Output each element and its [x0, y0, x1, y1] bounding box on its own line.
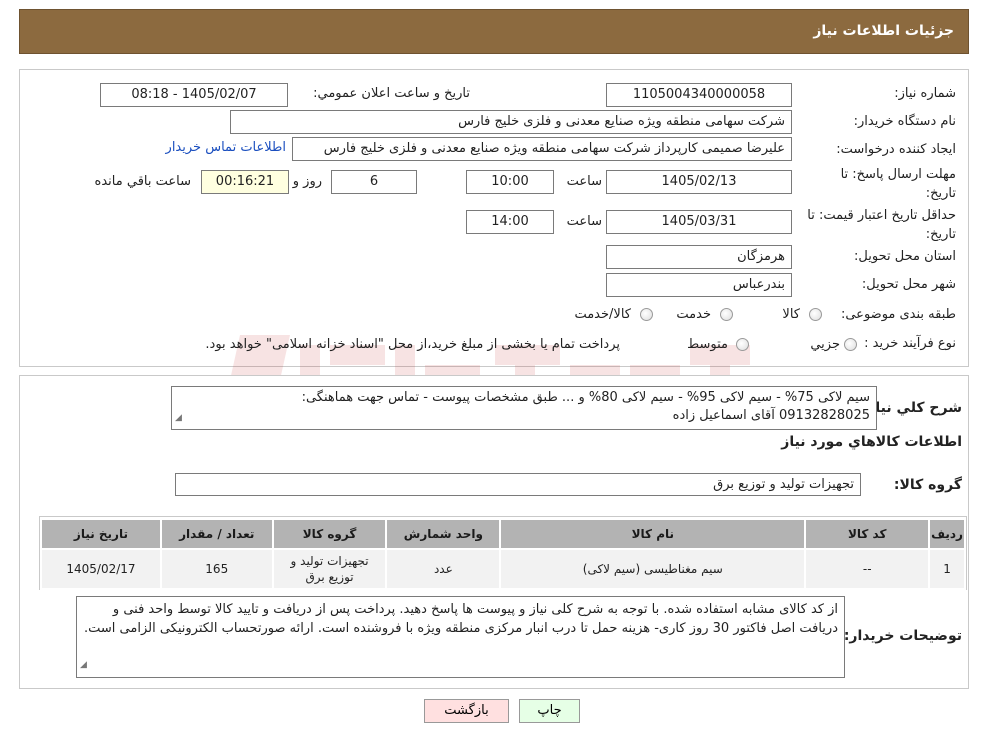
need-info-panel: شماره نیاز: 1105004340000058 تاریخ و ساع…	[19, 69, 969, 425]
days-remaining-field: 6	[331, 170, 417, 194]
summary-line-2: 09132828025 آقای اسماعیل زاده	[672, 408, 870, 423]
category-option-goods-service: کالا/خدمت	[574, 307, 631, 322]
page-title: جزئیات اطلاعات نیاز	[813, 23, 954, 39]
city-field: بندرعباس	[606, 273, 792, 297]
goods-table: رديف کد کالا نام کالا واحد شمارش گروه کا…	[40, 518, 966, 590]
page-header: جزئیات اطلاعات نیاز	[19, 9, 969, 54]
cell-qty: 165	[159, 548, 274, 590]
category-radio-goods-service[interactable]	[640, 308, 653, 321]
col-row: رديف	[928, 518, 966, 550]
cell-row: 1	[928, 548, 966, 590]
deadline-time-field: 10:00	[466, 170, 554, 194]
announce-date-field: 1405/02/07 - 08:18	[100, 83, 288, 107]
validity-time-label: ساعت	[566, 214, 602, 229]
cell-name: سیم مغناطیسی (سیم لاکی)	[499, 548, 807, 590]
summary-textarea: سیم لاکی 75% - سیم لاکی 95% - سیم لاکی 8…	[171, 386, 877, 430]
table-row: 1 -- سیم مغناطیسی (سیم لاکی) عدد تجهیزات…	[40, 548, 966, 590]
resize-grip-icon[interactable]: ◢	[80, 656, 87, 675]
goods-group-field: تجهیزات تولید و توزیع برق	[175, 473, 861, 496]
process-option-medium: متوسط	[687, 337, 728, 352]
buyer-notes-textarea: از کد کالای مشابه استفاده شده. با توجه ب…	[76, 596, 845, 678]
process-option-minor: جزيي	[810, 337, 840, 352]
announce-date-label: تاریخ و ساعت اعلان عمومي:	[313, 86, 470, 101]
process-type-label: نوع فرآيند خريد :	[864, 336, 956, 351]
buyer-notes-label: توضيحات خريدار:	[843, 628, 962, 644]
col-name: نام کالا	[499, 518, 807, 550]
col-code: کد کالا	[804, 518, 931, 550]
process-radio-minor[interactable]	[844, 338, 857, 351]
time-remaining-label: ساعت باقي مانده	[94, 174, 191, 189]
need-number-label: شماره نیاز:	[894, 86, 956, 101]
col-date: تاريخ نياز	[40, 518, 162, 550]
buyer-org-label: نام دستگاه خريدار:	[853, 114, 956, 129]
time-remaining-field: 00:16:21	[201, 170, 289, 194]
deadline-label-line1: مهلت ارسال پاسخ: تا	[840, 167, 956, 182]
province-label: استان محل تحويل:	[854, 249, 956, 264]
col-qty: تعداد / مقدار	[159, 518, 274, 550]
deadline-date-field: 1405/02/13	[606, 170, 792, 194]
cell-code: --	[804, 548, 931, 590]
buyer-contact-link[interactable]: اطلاعات تماس خریدار	[166, 140, 286, 155]
category-radio-service[interactable]	[720, 308, 733, 321]
creator-label: ايجاد كننده درخواست:	[836, 142, 956, 157]
resize-grip-icon[interactable]: ◢	[175, 409, 182, 427]
need-details-panel: شرح کلي نياز: سیم لاکی 75% - سیم لاکی 95…	[19, 375, 969, 689]
treasury-payment-note: پرداخت تمام یا بخشی از مبلغ خرید،از محل …	[205, 337, 620, 352]
need-number-field: 1105004340000058	[606, 83, 792, 107]
cell-unit: عدد	[385, 548, 502, 590]
summary-line-1: سیم لاکی 75% - سیم لاکی 95% - سیم لاکی 8…	[301, 390, 870, 405]
col-unit: واحد شمارش	[385, 518, 502, 550]
category-option-goods: کالا	[782, 307, 800, 322]
price-validity-label: حداقل تاريخ اعتبار قيمت: تا تاريخ:	[807, 206, 956, 244]
buyer-notes-text: از کد کالای مشابه استفاده شده. با توجه ب…	[84, 602, 838, 636]
price-validity-label-line1: حداقل تاريخ اعتبار قيمت: تا	[807, 208, 956, 223]
creator-field: علیرضا صمیمی کارپرداز شرکت سهامی منطقه و…	[292, 137, 792, 161]
goods-group-label: گروه کالا:	[893, 477, 962, 493]
col-group: گروه کالا	[271, 518, 388, 550]
province-field: هرمزگان	[606, 245, 792, 269]
validity-date-field: 1405/03/31	[606, 210, 792, 234]
validity-time-field: 14:00	[466, 210, 554, 234]
price-validity-label-line2: تاريخ:	[925, 227, 956, 242]
deadline-label: مهلت ارسال پاسخ: تا تاريخ:	[841, 165, 956, 203]
deadline-label-line2: تاريخ:	[925, 186, 956, 201]
buyer-org-field: شرکت سهامی منطقه ویژه صنایع معدنی و فلزی…	[230, 110, 792, 134]
city-label: شهر محل تحويل:	[861, 277, 956, 292]
days-word: روز و	[292, 174, 322, 189]
cell-date: 1405/02/17	[40, 548, 162, 590]
cell-group: تجهیزات تولید و توزیع برق	[271, 548, 388, 590]
deadline-time-label: ساعت	[566, 174, 602, 189]
category-option-service: خدمت	[676, 307, 711, 322]
category-label: طبقه بندی موضوعی:	[840, 307, 956, 322]
back-button[interactable]: بازگشت	[424, 699, 509, 723]
category-radio-goods[interactable]	[809, 308, 822, 321]
process-radio-medium[interactable]	[736, 338, 749, 351]
goods-info-title: اطلاعات کالاهاي مورد نياز	[781, 434, 962, 450]
goods-table-header-row: رديف کد کالا نام کالا واحد شمارش گروه کا…	[40, 518, 966, 550]
print-button[interactable]: چاپ	[519, 699, 580, 723]
